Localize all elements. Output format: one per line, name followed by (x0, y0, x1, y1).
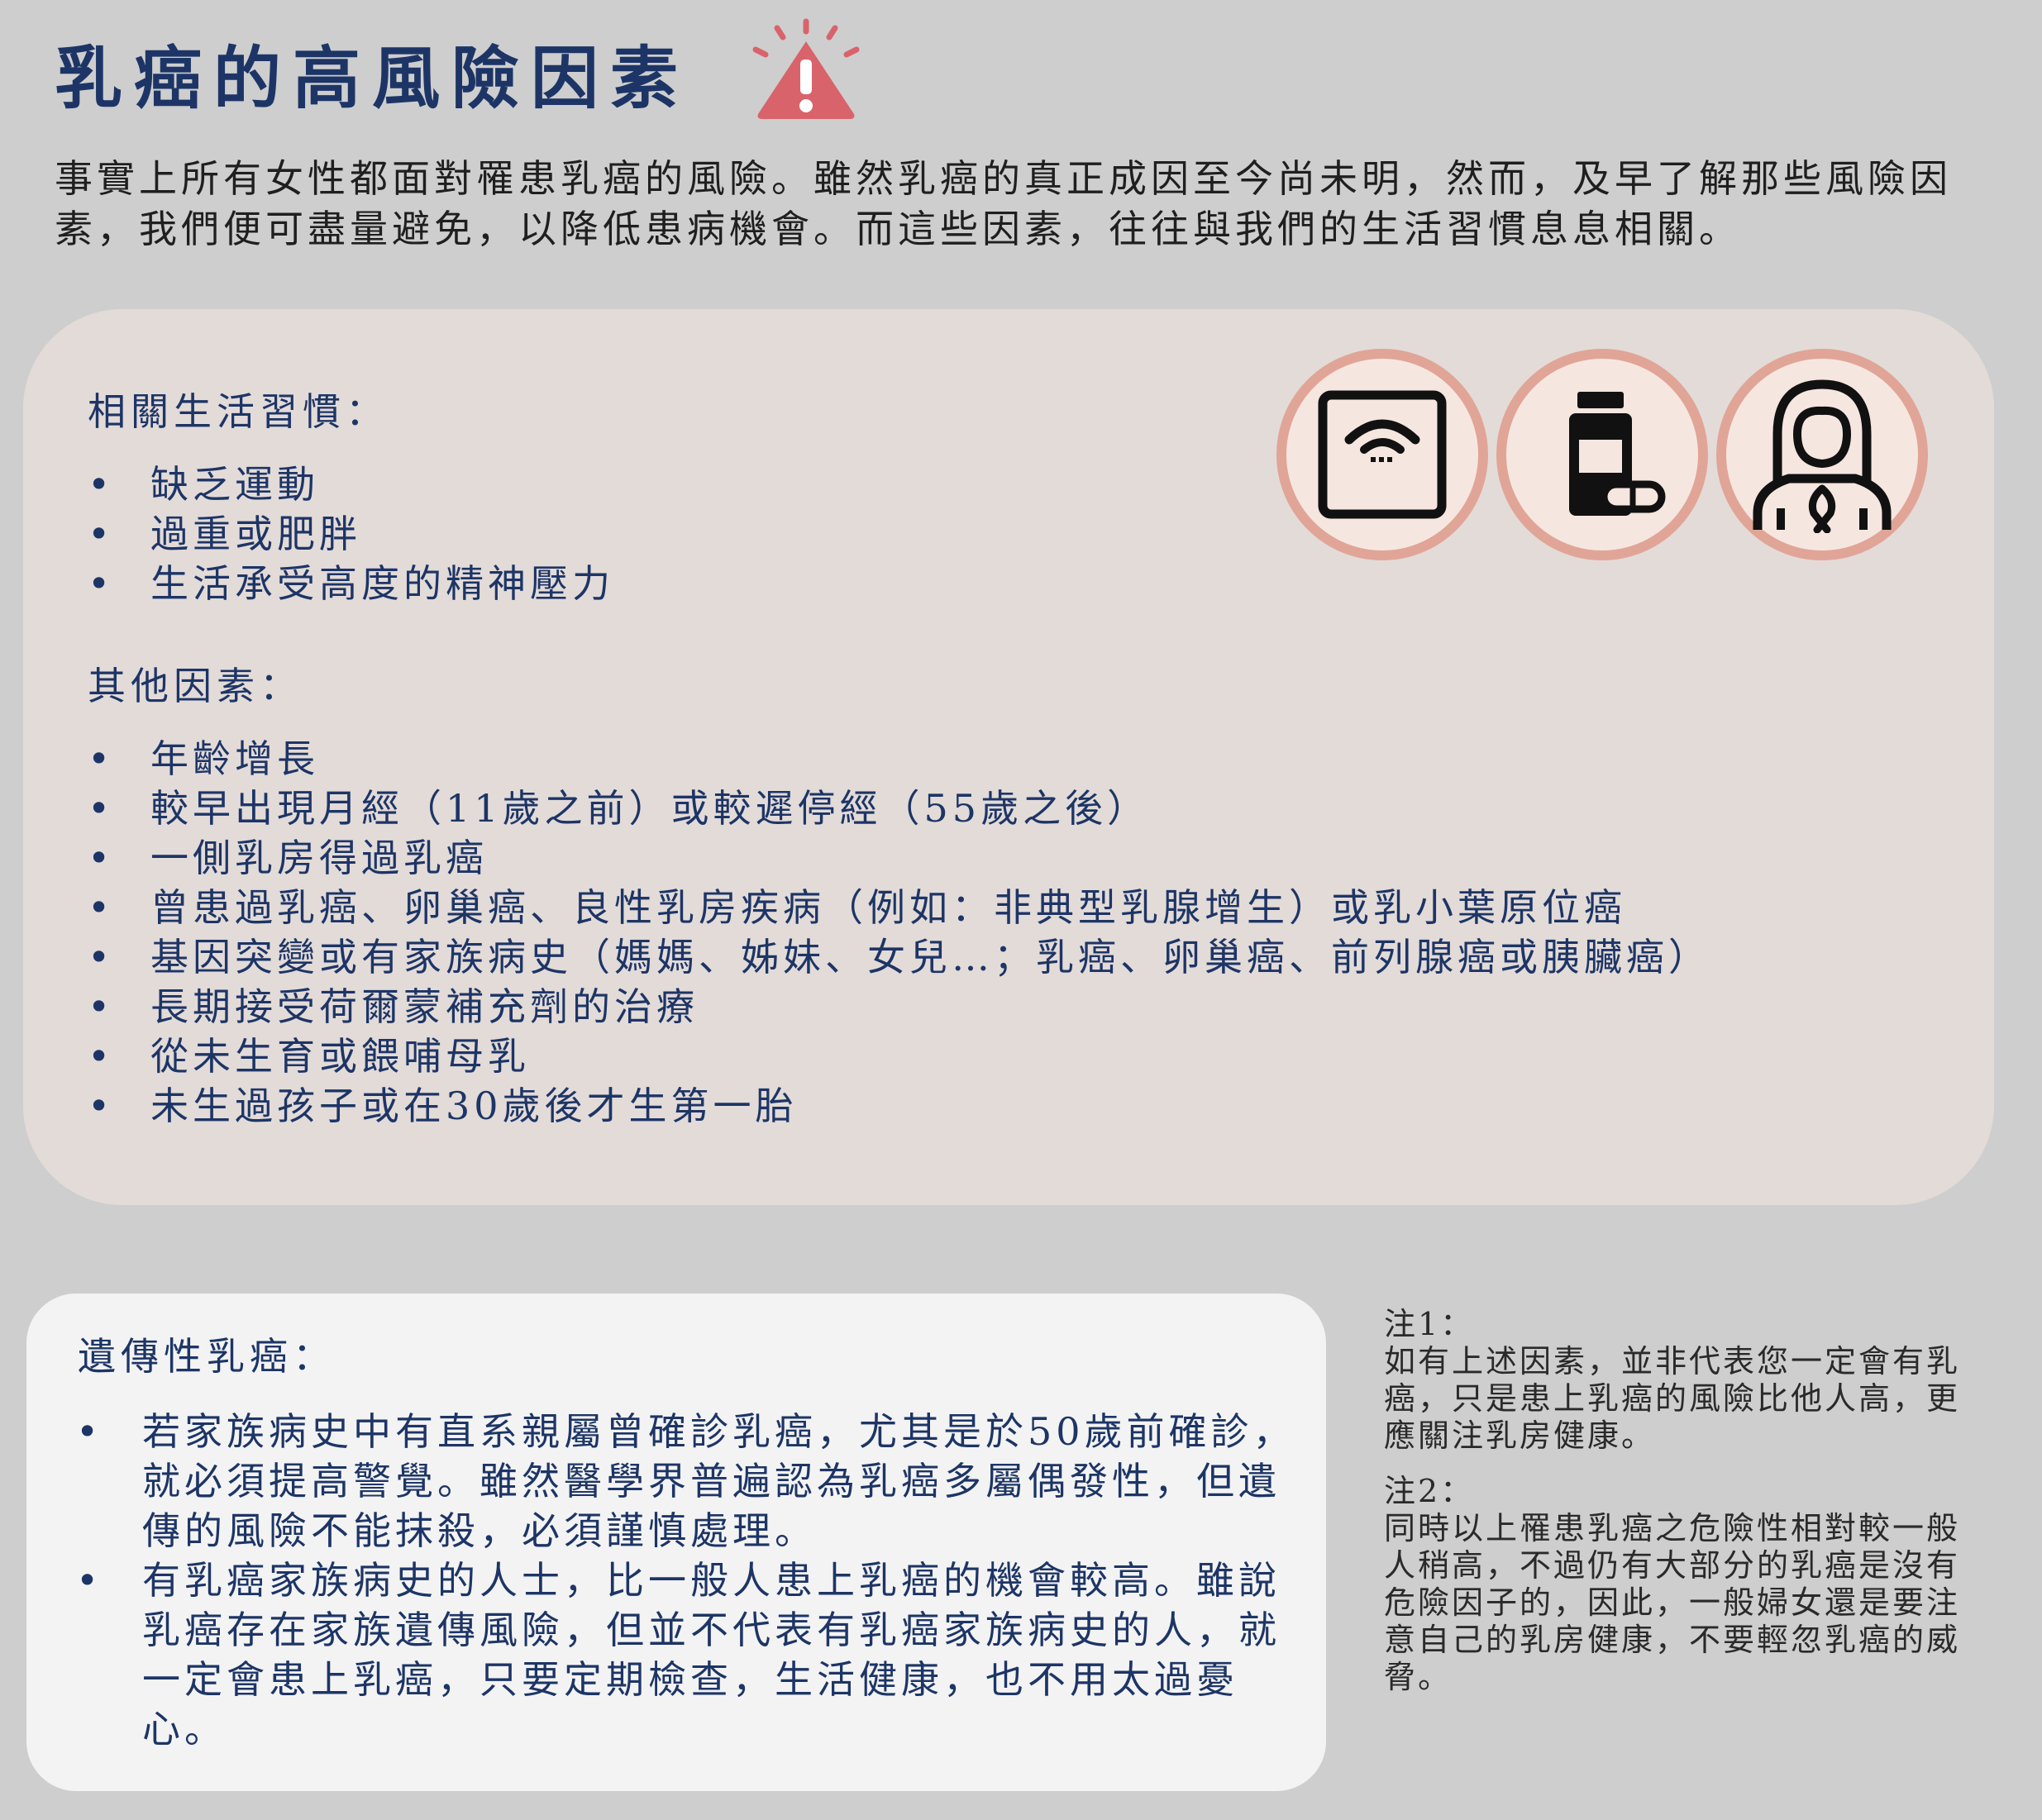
medicine-icon-badge (1496, 349, 1708, 560)
risk-icons (1276, 349, 1935, 574)
scale-icon (1318, 390, 1447, 519)
list-item: 未生過孩子或在30歲後才生第一胎 (88, 1081, 1710, 1131)
hereditary-list: 若家族病史中有直系親屬曾確診乳癌，尤其是於50歲前確診，就必須提高警覺。雖然醫學… (76, 1407, 1316, 1754)
scale-icon-badge (1276, 349, 1488, 560)
lifestyle-list: 缺乏運動 過重或肥胖 生活承受高度的精神壓力 (88, 460, 614, 608)
list-item: 曾患過乳癌、卵巢癌、良性乳房疾病（例如：非典型乳腺增生）或乳小葉原位癌 (88, 883, 1710, 932)
note-text: 同時以上罹患乳癌之危險性相對較一般人稍高，不過仍有大部分的乳癌是沒有危險因子的，… (1384, 1510, 1961, 1695)
list-item: 年齡增長 (88, 734, 1710, 784)
page-title: 乳癌的高風險因素 (55, 38, 690, 118)
intro-paragraph: 事實上所有女性都面對罹患乳癌的風險。雖然乳癌的真正成因至今尚未明，然而，及早了解… (55, 156, 1952, 251)
woman-icon-badge (1716, 349, 1928, 560)
list-item: 長期接受荷爾蒙補充劑的治療 (88, 982, 1710, 1031)
page-header: 乳癌的高風險因素 (55, 18, 689, 126)
list-item: 有乳癌家族病史的人士，比一般人患上乳癌的機會較高。雖說乳癌存在家族遺傳風險，但並… (76, 1556, 1316, 1754)
list-item: 生活承受高度的精神壓力 (88, 559, 614, 608)
hereditary-heading: 遺傳性乳癌： (78, 1334, 336, 1379)
list-item: 過重或肥胖 (88, 509, 614, 559)
list-item: 若家族病史中有直系親屬曾確診乳癌，尤其是於50歲前確診，就必須提高警覺。雖然醫學… (76, 1407, 1316, 1556)
note-label: 注2： (1384, 1473, 1475, 1509)
note-label: 注1： (1384, 1306, 1475, 1342)
list-item: 缺乏運動 (88, 460, 614, 509)
lifestyle-heading: 相關生活習慣： (88, 389, 389, 434)
list-item: 一側乳房得過乳癌 (88, 833, 1710, 883)
woman-ribbon-icon (1753, 379, 1892, 533)
warning-icon (752, 18, 860, 119)
list-item: 從未生育或餵哺母乳 (88, 1031, 1710, 1081)
note-text: 如有上述因素，並非代表您一定會有乳癌，只是患上乳癌的風險比他人高，更應關注乳房健… (1384, 1343, 1961, 1454)
list-item: 較早出現月經（11歲之前）或較遲停經（55歲之後） (88, 784, 1710, 833)
other-factors-heading: 其他因素： (88, 664, 303, 708)
other-factors-list: 年齡增長 較早出現月經（11歲之前）或較遲停經（55歲之後） 一側乳房得過乳癌 … (88, 734, 1710, 1131)
notes: 注1： 如有上述因素，並非代表您一定會有乳癌，只是患上乳癌的風險比他人高，更應關… (1384, 1306, 1963, 1696)
medicine-bottle-icon (1569, 392, 1666, 516)
list-item: 基因突變或有家族病史（媽媽、姊妹、女兒…；乳癌、卵巢癌、前列腺癌或胰臟癌） (88, 932, 1710, 982)
